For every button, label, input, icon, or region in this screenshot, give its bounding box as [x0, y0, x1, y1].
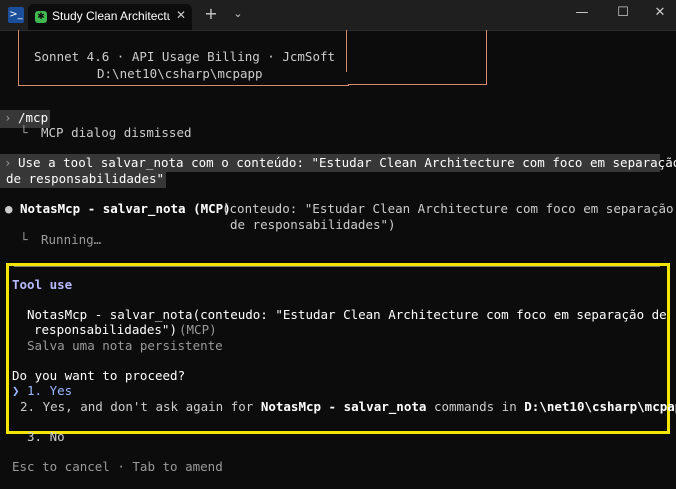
- powershell-icon[interactable]: >_: [8, 7, 24, 23]
- cmd-result: MCP dialog dismissed: [41, 125, 192, 140]
- cmd-text: /mcp: [18, 110, 49, 125]
- maximize-button[interactable]: ☐: [609, 4, 637, 22]
- header-box-divider: [346, 30, 347, 72]
- tab-close-icon[interactable]: ✕: [174, 8, 188, 24]
- option2-prefix: 2. Yes, and don't ask again for: [20, 399, 254, 414]
- tool-dialog-divider: [14, 266, 660, 267]
- header-box-right-bottom: [348, 84, 487, 85]
- chevron-down-icon[interactable]: ⌄: [230, 7, 246, 23]
- option-no[interactable]: 3. No: [27, 429, 65, 444]
- close-window-button[interactable]: ✕: [646, 4, 674, 22]
- proceed-question: Do you want to proceed?: [12, 368, 186, 383]
- new-tab-button[interactable]: +: [202, 6, 220, 24]
- terminal-tab-icon: ✱: [35, 11, 47, 23]
- cmd-prompt: ›: [4, 110, 12, 125]
- tool-dialog-call-line2: responsabilidades"): [34, 322, 177, 337]
- header-model-info: Sonnet 4.6 · API Usage Billing · JcmSoft: [34, 49, 336, 64]
- selection-cursor-icon: ❯: [12, 383, 20, 398]
- tool-call-bullet: ●: [5, 201, 13, 216]
- user-message-line1: Use a tool salvar_nota com o conteúdo: "…: [18, 155, 676, 170]
- option-yes-dont-ask[interactable]: 2. Yes, and don't ask again for NotasMcp…: [20, 399, 676, 414]
- tool-call-args-line2: de responsabilidades"): [230, 217, 396, 232]
- running-branch: └: [20, 232, 28, 247]
- tool-dialog-title: Tool use: [12, 277, 73, 292]
- tab-active[interactable]: ✱ Study Clean Architecture s ✕: [28, 4, 192, 30]
- tool-call-name: NotasMcp - salvar_nota (MCP): [20, 201, 231, 216]
- option-yes[interactable]: 1. Yes: [27, 383, 72, 398]
- dialog-footer-hint: Esc to cancel · Tab to amend: [12, 459, 223, 474]
- running-status: Running…: [41, 232, 102, 247]
- option2-mid: commands in: [433, 399, 517, 414]
- user-prompt: ›: [4, 155, 12, 170]
- tab-title: Study Clean Architecture s: [52, 9, 170, 23]
- cmd-result-branch: └: [20, 125, 28, 140]
- option2-tool: NotasMcp - salvar_nota: [260, 399, 427, 414]
- minimize-button[interactable]: —: [568, 4, 596, 22]
- header-box-right-border: [486, 30, 487, 85]
- header-cwd: D:\net10\csharp\mcpapp: [97, 66, 263, 81]
- tool-dialog-description: Salva uma nota persistente: [27, 338, 223, 353]
- user-message-line2: de responsabilidades": [6, 171, 165, 186]
- option2-path: D:\net10\csharp\mcpapp: [524, 399, 676, 414]
- tool-dialog-call-tag: (MCP): [179, 322, 217, 337]
- title-bar: >_ ✱ Study Clean Architecture s ✕ + ⌄ — …: [0, 0, 676, 31]
- tool-dialog-call-line1: NotasMcp - salvar_nota(conteudo: "Estuda…: [27, 307, 667, 322]
- tool-call-args-line1: (conteudo: "Estudar Clean Architecture c…: [222, 201, 674, 216]
